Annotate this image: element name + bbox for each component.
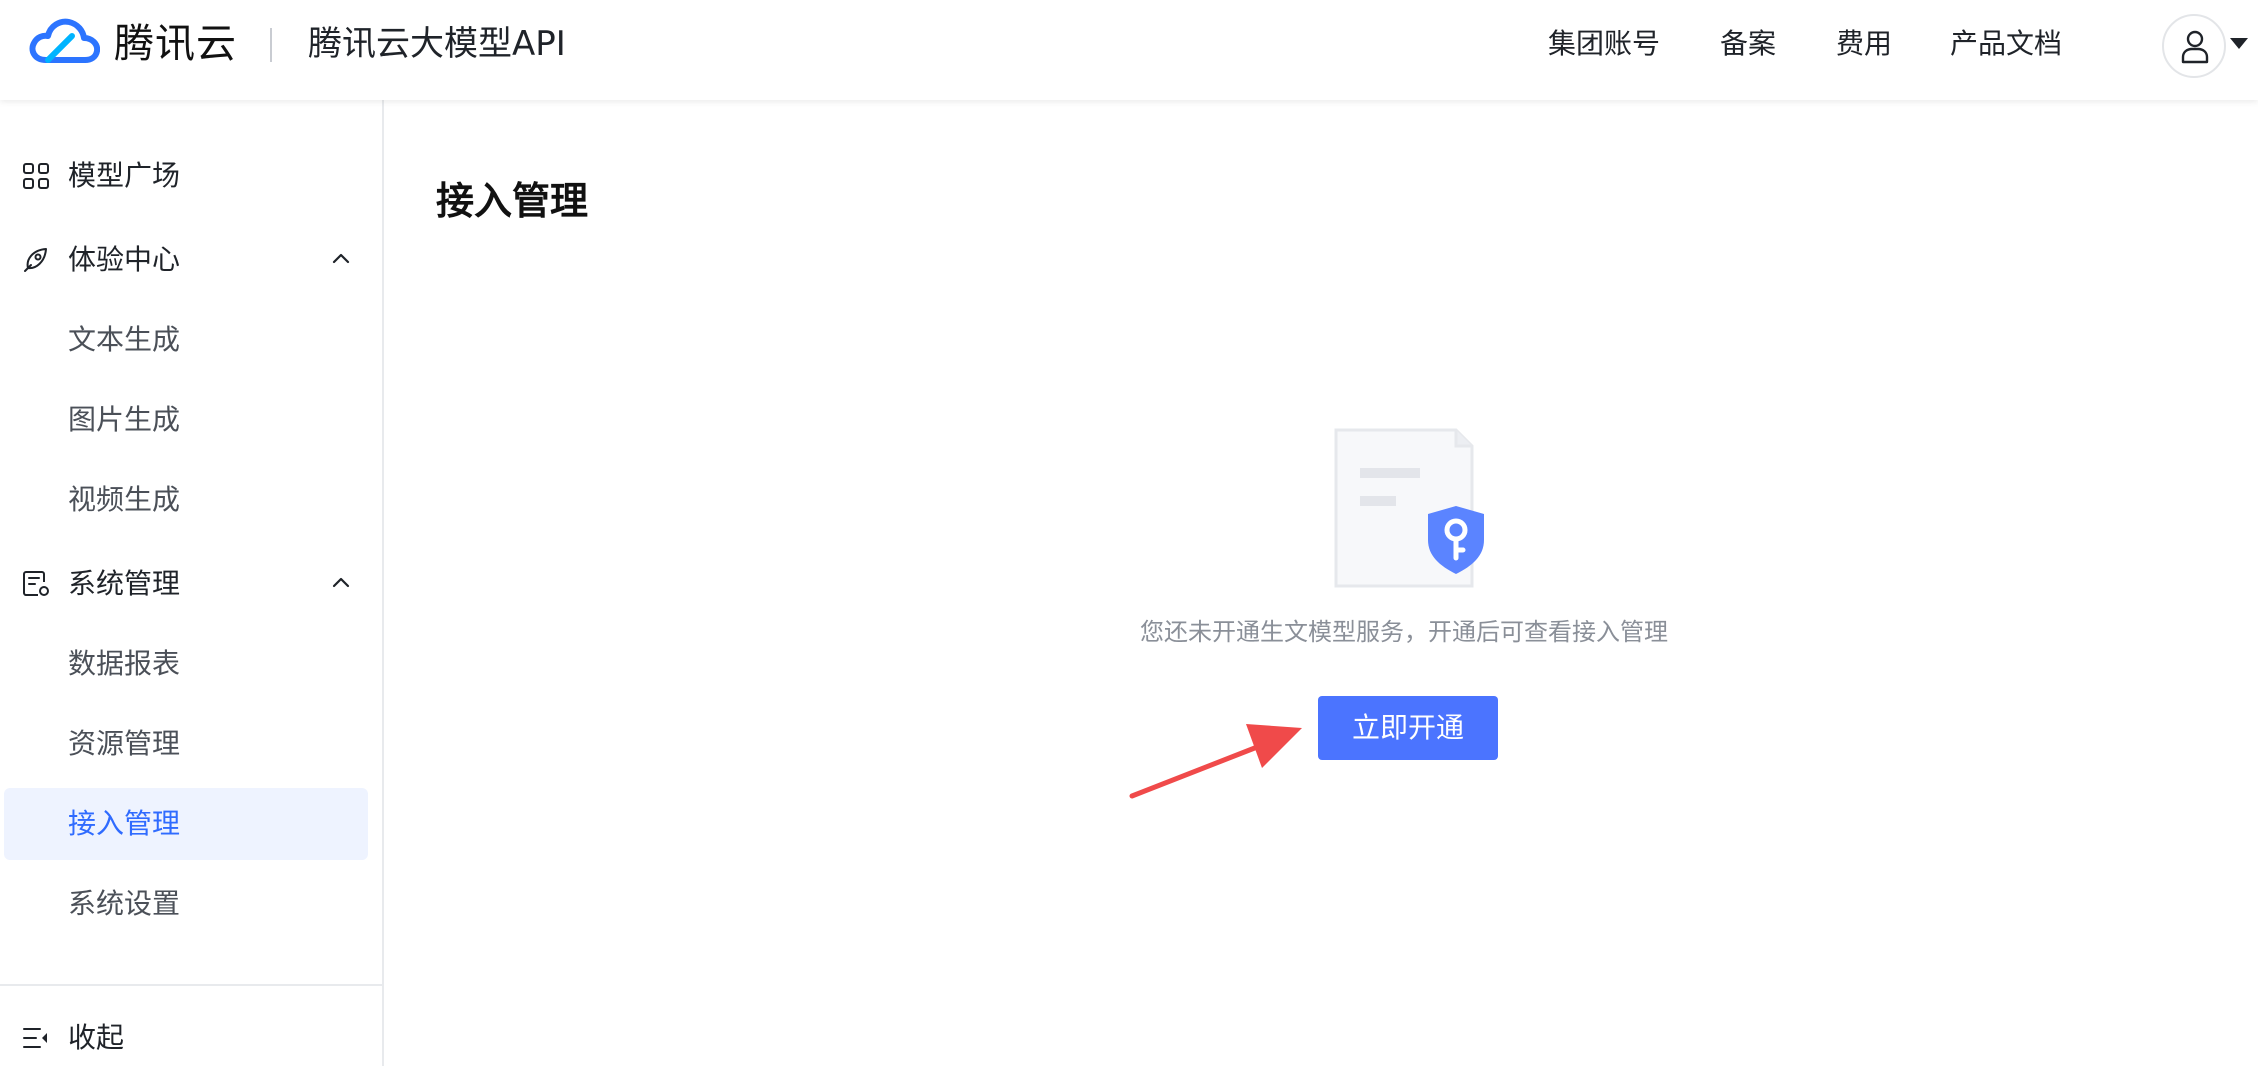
nav-product-docs[interactable]: 产品文档 <box>1950 24 2062 64</box>
sidebar: 模型广场 体验中心 文本生成 图片生成 视频生成 系统管理 数据报表 资源管理 … <box>0 100 384 1066</box>
grid-icon <box>23 163 49 189</box>
sidebar-subitem-label: 接入管理 <box>68 807 181 840</box>
sidebar-subitem-label: 系统设置 <box>68 887 181 920</box>
avatar[interactable] <box>2162 14 2226 78</box>
chevron-down-icon[interactable] <box>2230 38 2248 49</box>
product-title[interactable]: 腾讯云大模型API <box>308 18 566 70</box>
sidebar-subitem-label: 图片生成 <box>68 403 181 436</box>
sidebar-divider <box>0 984 384 986</box>
activate-now-button[interactable]: 立即开通 <box>1318 696 1498 760</box>
document-shield-key-icon <box>1334 428 1484 588</box>
nav-group-account[interactable]: 集团账号 <box>1548 24 1660 64</box>
sidebar-subitem-text-generation[interactable]: 文本生成 <box>4 304 368 376</box>
sidebar-item-model-square[interactable]: 模型广场 <box>0 136 384 216</box>
top-header: 腾讯云 腾讯云大模型API 集团账号 备案 费用 产品文档 <box>0 0 2258 100</box>
nav-filing[interactable]: 备案 <box>1720 24 1776 64</box>
sidebar-item-label: 模型广场 <box>68 159 181 192</box>
rocket-icon <box>24 248 47 272</box>
nav-billing[interactable]: 费用 <box>1836 24 1892 64</box>
sidebar-item-label: 系统管理 <box>68 567 181 600</box>
page-title: 接入管理 <box>436 179 589 223</box>
header-divider <box>270 28 272 62</box>
sidebar-subitem-data-reports[interactable]: 数据报表 <box>4 628 368 700</box>
sidebar-subitem-label: 文本生成 <box>68 323 181 356</box>
system-settings-icon <box>23 571 49 596</box>
sidebar-item-label: 体验中心 <box>68 243 181 276</box>
brand-name[interactable]: 腾讯云 <box>114 16 237 72</box>
sidebar-subitem-label: 数据报表 <box>68 647 181 680</box>
sidebar-subitem-image-generation[interactable]: 图片生成 <box>4 384 368 456</box>
chevron-up-icon[interactable] <box>330 574 352 590</box>
sidebar-subitem-label: 资源管理 <box>68 727 181 760</box>
sidebar-subitem-video-generation[interactable]: 视频生成 <box>4 464 368 536</box>
empty-state-message: 您还未开通生文模型服务，开通后可查看接入管理 <box>1140 618 1668 646</box>
collapse-label: 收起 <box>68 1021 125 1054</box>
sidebar-subitem-access-management[interactable]: 接入管理 <box>4 788 368 860</box>
user-icon <box>2181 30 2209 64</box>
sidebar-item-system-management[interactable]: 系统管理 <box>0 544 384 624</box>
chevron-up-icon[interactable] <box>330 250 352 266</box>
sidebar-subitem-resource-management[interactable]: 资源管理 <box>4 708 368 780</box>
sidebar-subitem-label: 视频生成 <box>68 483 181 516</box>
annotation-arrow-icon <box>1129 724 1302 799</box>
tencent-cloud-logo[interactable] <box>28 14 100 70</box>
sidebar-item-experience-center[interactable]: 体验中心 <box>0 220 384 300</box>
collapse-menu-icon <box>23 1028 47 1048</box>
sidebar-collapse-button[interactable]: 收起 <box>0 998 384 1066</box>
sidebar-subitem-system-settings[interactable]: 系统设置 <box>4 868 368 940</box>
